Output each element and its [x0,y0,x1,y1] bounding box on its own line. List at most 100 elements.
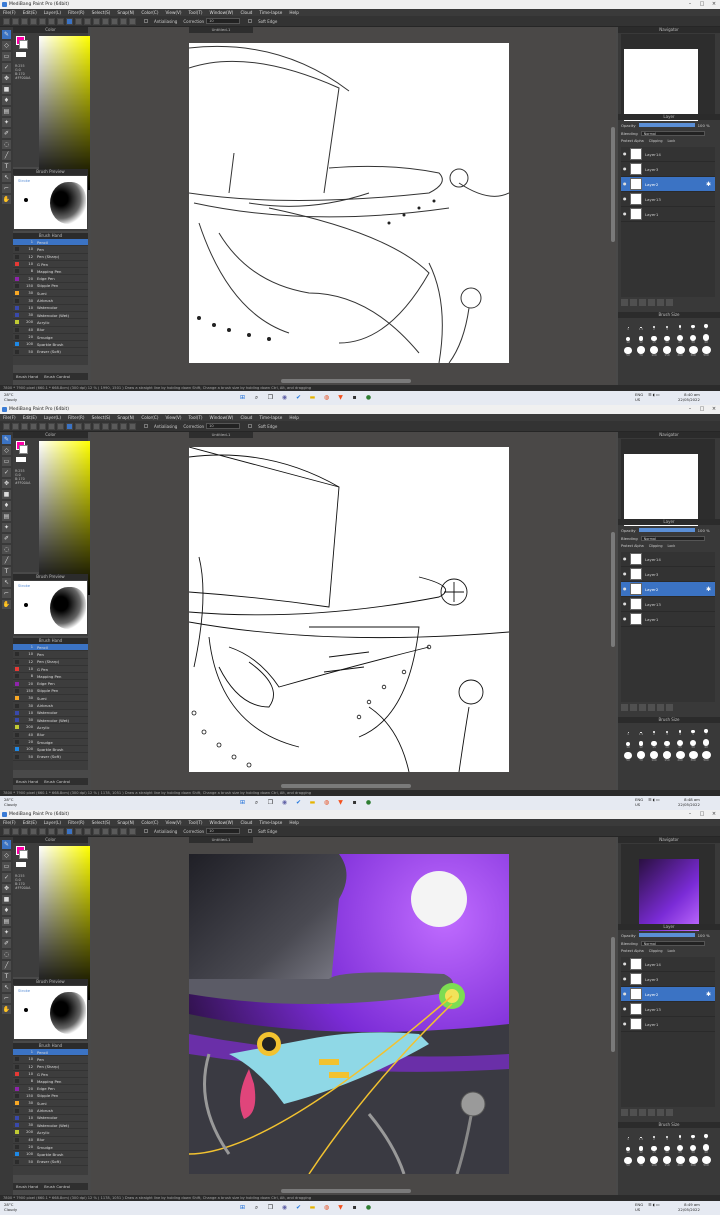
navigator-box[interactable] [621,844,715,931]
navigator-thumbnail[interactable] [639,859,699,931]
brush-size-option[interactable]: 2 [648,725,660,736]
add-layer-icon[interactable] [621,1109,628,1116]
brush-size-option[interactable]: 200 [674,346,686,357]
brush-item[interactable]: 150 Stipple Pen [13,688,88,696]
brush-size-option[interactable]: 25 [674,738,686,749]
brush-item[interactable]: 8 Mapping Pen [13,268,88,276]
lasso-icon[interactable]: ✓ [2,873,11,882]
brush-size-option[interactable]: 2 [648,320,660,331]
magic-wand-icon[interactable]: ✦ [2,523,11,532]
brush-size-option[interactable]: 70 [635,1156,647,1167]
brush-size-option[interactable]: 300 [687,1156,699,1167]
horizontal-scrollbar[interactable] [281,379,411,383]
chat-icon[interactable]: ◉ [280,393,289,402]
text-tool-icon[interactable]: T [2,567,11,576]
transparent-swatch[interactable] [16,862,26,867]
brave-icon[interactable]: ▼ [336,393,345,402]
brush-size-option[interactable]: 200 [674,751,686,762]
brush-item[interactable]: 1 Pencil [13,239,88,247]
canvas-paper[interactable] [189,447,509,772]
visibility-eye-icon[interactable]: ● [623,182,627,186]
snap-settings-button[interactable] [129,17,136,25]
brush-size-option[interactable]: 50 [622,1156,634,1167]
menu-edit[interactable]: Edit(E) [23,9,37,16]
visibility-eye-icon[interactable]: ● [623,977,627,981]
minimize-button[interactable]: – [684,405,696,414]
wifi-icon[interactable]: ☰ ◖ ▭ [648,1202,659,1212]
menu-window[interactable]: Window(W) [210,9,234,16]
visibility-eye-icon[interactable]: ● [623,587,627,591]
brush-item[interactable]: 10 Pen [13,651,88,659]
menu-help[interactable]: Help [289,414,299,421]
operation-icon[interactable]: ↖ [2,173,11,182]
snap-off-button[interactable] [66,827,73,835]
layers-button[interactable] [30,422,37,430]
terminal-icon[interactable]: ▪ [350,1203,359,1212]
menu-tool[interactable]: Tool(T) [189,9,203,16]
saturation-value-picker[interactable] [39,441,90,595]
blending-select[interactable]: Normal [640,940,705,946]
add-layer-icon[interactable] [621,299,628,306]
redo-button[interactable] [57,17,64,25]
brush-item[interactable]: 1 Pencil [13,1049,88,1057]
system-tray[interactable]: ENG US ☰ ◖ ▭ [635,1202,660,1212]
weather-widget[interactable]: 28°C Cloudy [4,1202,17,1212]
snap-vanish-button[interactable] [93,17,100,25]
brush-item[interactable]: 12 Pen (Sharp) [13,1064,88,1071]
layer-row[interactable]: ● Layer13 [621,597,715,612]
brush-size-option[interactable]: 15 [648,738,660,749]
app-icon-green[interactable]: ● [364,1203,373,1212]
menu-view[interactable]: View(V) [165,819,181,826]
visibility-eye-icon[interactable]: ● [623,572,627,576]
add-layer-icon[interactable] [621,704,628,711]
brush-item[interactable]: 8 Mapping Pen [13,1078,88,1086]
brush-size-option[interactable]: 5 [687,320,699,331]
canvas-area[interactable]: Untitled-1 [91,837,616,1195]
delete-layer-icon[interactable] [666,1109,673,1116]
antialias-checkbox[interactable] [144,424,148,428]
brush-item[interactable]: 50 Eraser (Soft) [13,753,88,761]
brush-item[interactable]: 20 Edge Pen [13,680,88,688]
clipping-checkbox[interactable]: Clipping [649,544,663,550]
bucket-icon[interactable]: ♦ [2,96,11,105]
snap-vanish-button[interactable] [93,422,100,430]
background-color-swatch[interactable] [19,40,28,49]
move-tool-icon[interactable]: ✥ [2,479,11,488]
move-tool-icon[interactable]: ✥ [2,884,11,893]
brush-size-option[interactable]: 1.5 [635,725,647,736]
menu-file[interactable]: File(F) [3,9,16,16]
snap-cross-button[interactable] [84,827,91,835]
add-halftone-icon[interactable] [630,704,637,711]
brush-size-option[interactable]: 2 [648,1130,660,1141]
vertical-scrollbar[interactable] [611,937,615,1052]
snap-radial-button[interactable] [102,17,109,25]
tab-brush-hand[interactable]: Brush Hand [16,778,38,785]
open-button[interactable] [12,17,19,25]
layer-row[interactable]: ● Layer14 [621,552,715,567]
select-eraser-icon[interactable]: ◌ [2,545,11,554]
snap-vanish-button[interactable] [93,827,100,835]
layer-row[interactable]: ● Layer2 ✱ [621,582,715,597]
menu-tool[interactable]: Tool(T) [189,819,203,826]
open-button[interactable] [12,422,19,430]
brush-size-option[interactable]: 20 [661,1143,673,1154]
merge-layer-icon[interactable] [657,299,664,306]
select-rect-icon[interactable]: ▭ [2,862,11,871]
brush-size-option[interactable]: 5 [687,725,699,736]
correction-select[interactable]: 10 [206,423,241,429]
fill-rect-icon[interactable]: ■ [2,85,11,94]
brush-size-option[interactable]: 40 [700,738,712,749]
task-view-icon[interactable]: ❐ [266,1203,275,1212]
brush-tool-icon[interactable]: ✎ [2,840,11,849]
antialias-checkbox[interactable] [144,829,148,833]
menu-window[interactable]: Window(W) [210,414,234,421]
maximize-button[interactable]: □ [696,405,708,414]
brush-size-option[interactable]: 4 [674,1130,686,1141]
operation-icon[interactable]: ↖ [2,983,11,992]
brush-size-option[interactable]: 300 [687,751,699,762]
brush-size-option[interactable]: 4 [674,320,686,331]
navigator-box[interactable] [621,439,715,526]
brush-item[interactable]: 40 Blur [13,327,88,334]
brush-size-option[interactable]: 10 [622,1143,634,1154]
layer-settings-gear-icon[interactable]: ✱ [706,991,711,998]
